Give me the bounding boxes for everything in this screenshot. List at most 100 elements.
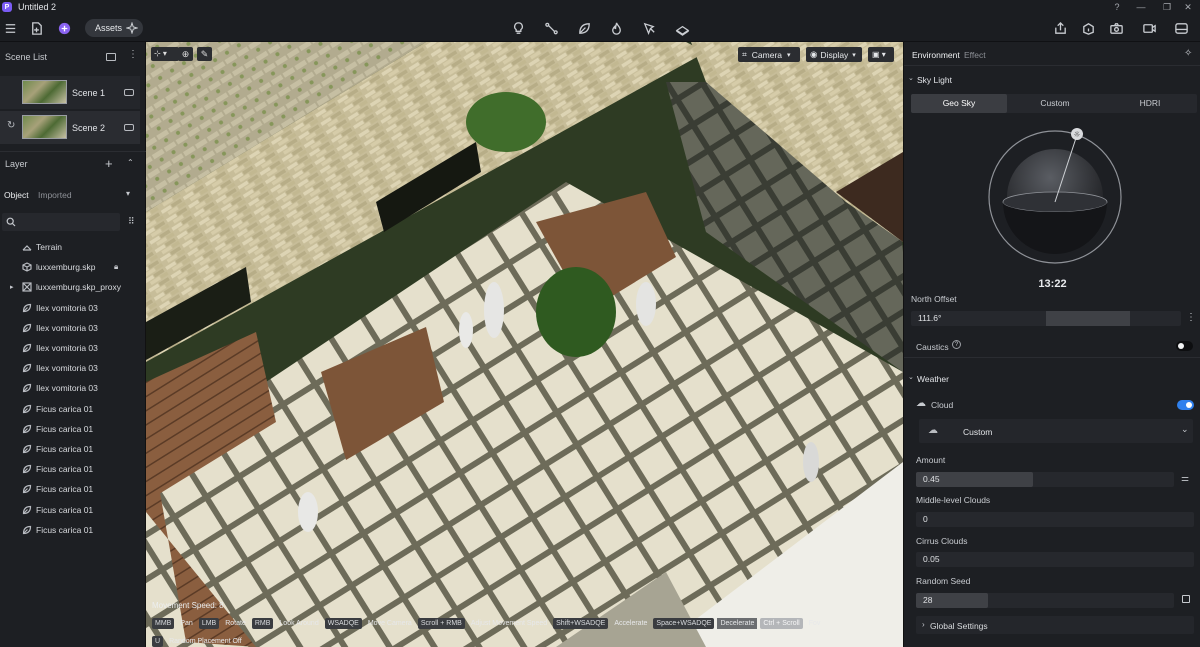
- new-file-icon[interactable]: [28, 20, 44, 36]
- minimize-button[interactable]: —: [1131, 1, 1151, 13]
- cloud-preset-dropdown[interactable]: ☁ Custom ⌄: [919, 419, 1193, 443]
- filter-dropdown-icon[interactable]: ▾: [126, 189, 130, 198]
- grid-view-icon[interactable]: ⠿: [128, 216, 135, 227]
- tree-item[interactable]: Ficus carica 01: [0, 500, 146, 520]
- tree-item[interactable]: Ficus carica 01: [0, 419, 146, 439]
- scene-row[interactable]: Scene 1: [0, 76, 140, 109]
- caustics-toggle[interactable]: [1176, 341, 1193, 351]
- more-options-icon[interactable]: ⋮: [1186, 312, 1196, 323]
- tree-item[interactable]: Ficus carica 01: [0, 439, 146, 459]
- sky-tab-custom[interactable]: Custom: [1007, 94, 1103, 113]
- sparkle-icon[interactable]: ✧: [1184, 48, 1192, 59]
- shortcut-key: U: [152, 636, 164, 647]
- tree-item[interactable]: Ilex vomitoria 03: [0, 358, 146, 378]
- light-bulb-icon[interactable]: [510, 20, 526, 36]
- more-options-icon[interactable]: ⋮: [128, 49, 138, 60]
- tab-object[interactable]: Object: [4, 190, 29, 200]
- sky-tab-geo[interactable]: Geo Sky: [911, 94, 1007, 113]
- weather-header[interactable]: ⌄ Weather: [904, 369, 1200, 389]
- search-field[interactable]: [2, 213, 120, 231]
- middle-clouds-field[interactable]: 0: [916, 512, 1194, 527]
- tree-item[interactable]: ▸ luxxemburg.skp_proxy: [0, 277, 146, 297]
- assets-button[interactable]: Assets: [85, 19, 143, 37]
- info-icon[interactable]: ?: [952, 340, 961, 349]
- shortcut-key: Scroll + RMB: [417, 618, 465, 629]
- expand-arrow-icon[interactable]: ▸: [10, 283, 14, 291]
- tree-item-label: luxxemburg.skp_proxy: [36, 282, 122, 293]
- tree-item[interactable]: luxxemburg.skp 🔒︎: [0, 257, 146, 277]
- tab-effect[interactable]: Effect: [964, 50, 986, 60]
- global-settings-row[interactable]: › Global Settings: [916, 616, 1194, 634]
- help-icon[interactable]: ?: [1107, 1, 1127, 13]
- random-seed-field[interactable]: 28: [916, 593, 1174, 608]
- tree-item[interactable]: Ficus carica 01: [0, 520, 146, 540]
- shortcut-key: Space+WSADQE: [653, 618, 715, 629]
- 3d-viewport[interactable]: ⊹ ▾ ⊕ ✎ ⌗ Camera ▾ ◉ Display ▾ ▣ ▾ Movem…: [146, 42, 903, 647]
- leaf-icon: [22, 363, 32, 373]
- eye-icon: ◉: [810, 49, 818, 59]
- tree-item[interactable]: Ilex vomitoria 03: [0, 318, 146, 338]
- globe-icon[interactable]: ⊕: [178, 47, 193, 61]
- collapse-icon[interactable]: ⌃: [127, 158, 134, 167]
- layer-title: Layer: [5, 159, 28, 169]
- tree-item[interactable]: Ilex vomitoria 03: [0, 378, 146, 398]
- tree-item[interactable]: Terrain: [0, 237, 146, 257]
- eyedropper-icon[interactable]: ✎: [197, 47, 212, 61]
- cloud-preset-icon: ☁: [928, 425, 938, 436]
- camera-icon: ⌗: [742, 49, 747, 59]
- add-scene-icon[interactable]: [106, 53, 116, 61]
- search-input[interactable]: [18, 215, 116, 229]
- refresh-icon[interactable]: ↻: [7, 120, 15, 131]
- display-dropdown[interactable]: ◉ Display ▾: [806, 47, 862, 62]
- path-icon[interactable]: [543, 20, 559, 36]
- export-icon[interactable]: [1080, 20, 1096, 36]
- tree-item[interactable]: Ilex vomitoria 03: [0, 298, 146, 318]
- render-icon[interactable]: [1173, 20, 1189, 36]
- lock-icon[interactable]: 🔒︎: [114, 262, 118, 272]
- amount-field[interactable]: 0.45: [916, 472, 1174, 487]
- tab-imported[interactable]: Imported: [38, 190, 72, 200]
- cloud-toggle[interactable]: [1177, 400, 1194, 410]
- terrain-icon[interactable]: [674, 20, 690, 36]
- sliders-icon[interactable]: ⚌: [1181, 473, 1189, 484]
- tree-item-label: Ilex vomitoria 03: [36, 383, 98, 394]
- camera-dropdown[interactable]: ⌗ Camera ▾: [738, 47, 800, 62]
- tree-item[interactable]: Ilex vomitoria 03: [0, 338, 146, 358]
- add-layer-icon[interactable]: +: [105, 156, 113, 171]
- sky-tab-hdri[interactable]: HDRI: [1103, 94, 1197, 113]
- north-offset-field[interactable]: 111.6°: [911, 311, 1181, 326]
- tree-item[interactable]: Ficus carica 01: [0, 399, 146, 419]
- share-icon[interactable]: [1052, 20, 1068, 36]
- menu-icon[interactable]: [2, 20, 18, 36]
- video-icon[interactable]: [1141, 20, 1157, 36]
- tree-item[interactable]: Ficus carica 01: [0, 459, 146, 479]
- fire-icon[interactable]: [608, 20, 624, 36]
- screenshot-icon[interactable]: [1108, 20, 1124, 36]
- randomize-icon[interactable]: [1182, 595, 1190, 603]
- tree-item-label: Terrain: [36, 242, 62, 252]
- tree-item[interactable]: Ficus carica 01: [0, 479, 146, 499]
- tab-environment[interactable]: Environment: [912, 50, 960, 60]
- sky-light-title: Sky Light: [917, 75, 952, 85]
- maximize-button[interactable]: ❐: [1157, 1, 1177, 13]
- shortcut-key: LMB: [198, 618, 220, 629]
- cloud-icon: ☁: [916, 398, 926, 409]
- chevron-right-icon: ›: [922, 620, 925, 629]
- scene-row[interactable]: ↻ Scene 2: [0, 111, 140, 144]
- ai-assistant-icon[interactable]: [56, 20, 72, 36]
- sky-light-header[interactable]: ⌄ Sky Light: [904, 70, 1200, 90]
- camera-icon[interactable]: [124, 89, 134, 96]
- time-readout: 13:22: [1038, 278, 1067, 290]
- sun-position-dial[interactable]: ☼: [984, 126, 1126, 268]
- pen-icon[interactable]: [641, 20, 657, 36]
- view-layout-dropdown[interactable]: ▣ ▾: [868, 47, 894, 62]
- assets-label: Assets: [95, 23, 123, 33]
- cirrus-clouds-field[interactable]: 0.05: [916, 552, 1194, 567]
- camera-icon[interactable]: [124, 124, 134, 131]
- leaf-icon[interactable]: [576, 20, 592, 36]
- close-button[interactable]: ✕: [1178, 1, 1198, 13]
- transform-gizmo-dropdown[interactable]: ⊹ ▾: [151, 47, 179, 61]
- panel-tabs: Environment Effect ✧: [904, 42, 1200, 66]
- shortcut-action: Fov: [808, 620, 821, 627]
- north-offset-slider[interactable]: [1046, 311, 1130, 326]
